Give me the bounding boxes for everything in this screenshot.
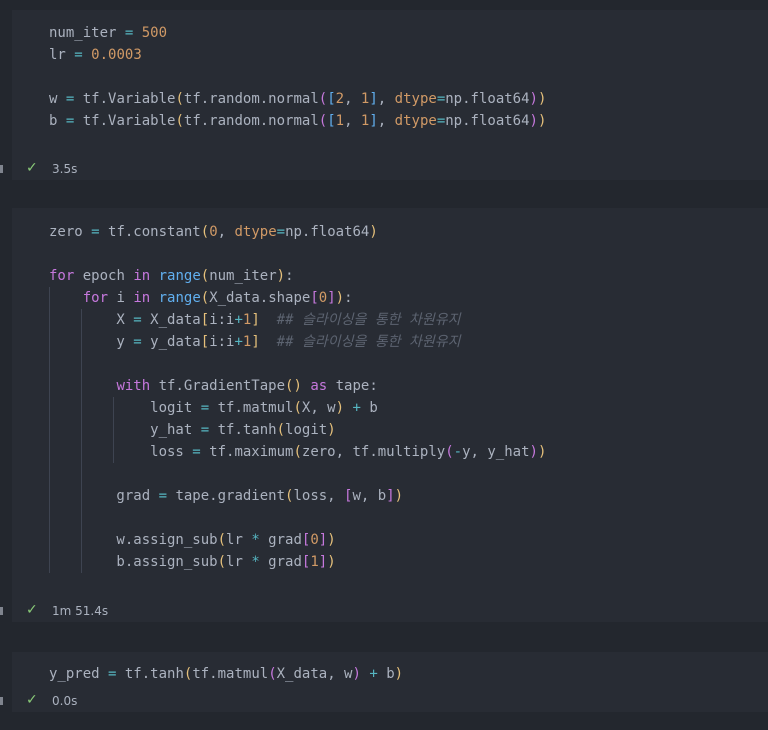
code-editor[interactable]: num_iter = 500 lr = 0.0003 w = tf.Variab… bbox=[49, 22, 768, 132]
code-editor[interactable]: y_pred = tf.tanh(tf.matmul(X_data, w) + … bbox=[49, 663, 768, 685]
code-line: zero = tf.constant(0, dtype=np.float64) bbox=[49, 224, 378, 240]
code-line: y_pred = tf.tanh(tf.matmul(X_data, w) + … bbox=[49, 666, 404, 682]
execution-marker bbox=[0, 697, 3, 705]
execution-marker bbox=[0, 607, 3, 615]
code-line: for epoch in range(num_iter): bbox=[49, 268, 294, 284]
code-line: for i in range(X_data.shape[0]): bbox=[82, 290, 353, 306]
cell-status: ✓ 0.0s bbox=[12, 690, 768, 712]
code-line: y_hat = tf.tanh(logit) bbox=[49, 422, 336, 438]
execution-time: 0.0s bbox=[52, 694, 78, 708]
cell-status: ✓ 3.5s bbox=[12, 158, 768, 180]
code-line: b = tf.Variable(tf.random.normal([1, 1],… bbox=[49, 113, 547, 129]
code-cell-1[interactable]: num_iter = 500 lr = 0.0003 w = tf.Variab… bbox=[12, 10, 768, 180]
check-icon: ✓ bbox=[26, 602, 38, 618]
code-line: w = tf.Variable(tf.random.normal([2, 1],… bbox=[49, 91, 547, 107]
code-comment: ## 슬라이싱을 통한 차원유지 bbox=[276, 312, 461, 328]
code-line: num_iter = 500 bbox=[49, 25, 168, 41]
code-line: w.assign_sub(lr * grad[0]) bbox=[49, 532, 336, 548]
code-line: logit = tf.matmul(X, w) + b bbox=[49, 400, 378, 416]
code-line: X = X_data[i:i+1] ## 슬라이싱을 통한 차원유지 bbox=[49, 312, 461, 328]
execution-time: 3.5s bbox=[52, 162, 78, 176]
execution-time: 1m 51.4s bbox=[52, 604, 109, 618]
check-icon: ✓ bbox=[26, 692, 38, 708]
code-cell-2[interactable]: zero = tf.constant(0, dtype=np.float64) … bbox=[12, 208, 768, 622]
code-line: grad = tape.gradient(loss, [w, b]) bbox=[49, 488, 404, 504]
cell-status: ✓ 1m 51.4s bbox=[12, 600, 768, 622]
code-line: y = y_data[i:i+1] ## 슬라이싱을 통한 차원유지 bbox=[49, 334, 461, 350]
code-line: b.assign_sub(lr * grad[1]) bbox=[49, 554, 336, 570]
code-editor[interactable]: zero = tf.constant(0, dtype=np.float64) … bbox=[49, 221, 768, 573]
check-icon: ✓ bbox=[26, 160, 38, 176]
execution-marker bbox=[0, 165, 3, 173]
code-line: loss = tf.maximum(zero, tf.multiply(-y, … bbox=[49, 444, 547, 460]
code-line: with tf.GradientTape() as tape: bbox=[116, 378, 378, 394]
code-comment: ## 슬라이싱을 통한 차원유지 bbox=[276, 334, 461, 350]
code-line: lr = 0.0003 bbox=[49, 47, 142, 63]
